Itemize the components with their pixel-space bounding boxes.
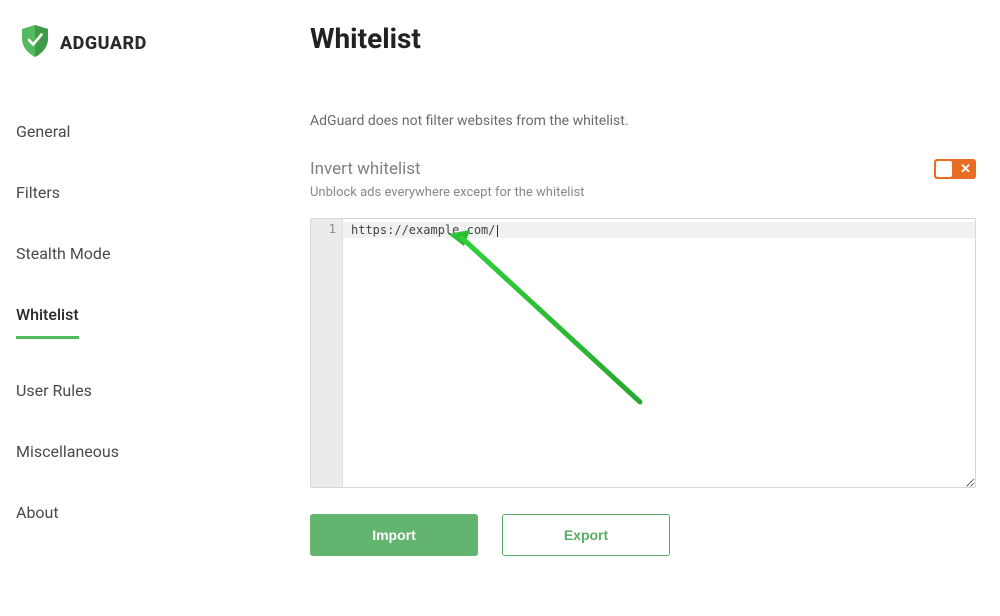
invert-whitelist-toggle[interactable]: ✕ (934, 159, 976, 179)
brand-name: ADGUARD (60, 33, 147, 54)
text-cursor (497, 225, 498, 237)
sidebar-item-about[interactable]: About (16, 503, 59, 522)
invert-whitelist-title: Invert whitelist (310, 159, 585, 179)
sidebar-item-filters[interactable]: Filters (16, 183, 60, 202)
sidebar-item-miscellaneous[interactable]: Miscellaneous (16, 442, 119, 461)
page-title: Whitelist (310, 22, 976, 55)
button-row: Import Export (310, 514, 976, 556)
resize-handle-icon[interactable] (963, 475, 973, 485)
sidebar-item-general[interactable]: General (16, 122, 70, 141)
whitelist-editor[interactable]: 1 https://example.com/ (310, 218, 976, 488)
editor-code-area[interactable]: https://example.com/ (343, 219, 975, 487)
invert-whitelist-row: Invert whitelist Unblock ads everywhere … (310, 159, 976, 200)
page-description: AdGuard does not filter websites from th… (310, 113, 976, 129)
sidebar-nav: General Filters Stealth Mode Whitelist U… (16, 122, 280, 522)
gutter-line-number: 1 (311, 222, 342, 236)
main-content: Whitelist AdGuard does not filter websit… (280, 0, 1000, 616)
logo: ADGUARD (16, 24, 280, 62)
editor-line[interactable]: https://example.com/ (343, 222, 975, 238)
sidebar-item-whitelist[interactable]: Whitelist (16, 305, 79, 339)
sidebar: ADGUARD General Filters Stealth Mode Whi… (0, 0, 280, 616)
export-button[interactable]: Export (502, 514, 670, 556)
shield-check-icon (20, 24, 50, 62)
sidebar-item-stealth-mode[interactable]: Stealth Mode (16, 244, 110, 263)
import-button[interactable]: Import (310, 514, 478, 556)
invert-whitelist-subtitle: Unblock ads everywhere except for the wh… (310, 185, 585, 200)
sidebar-item-user-rules[interactable]: User Rules (16, 381, 92, 400)
editor-gutter: 1 (311, 219, 343, 487)
close-icon: ✕ (960, 163, 971, 176)
